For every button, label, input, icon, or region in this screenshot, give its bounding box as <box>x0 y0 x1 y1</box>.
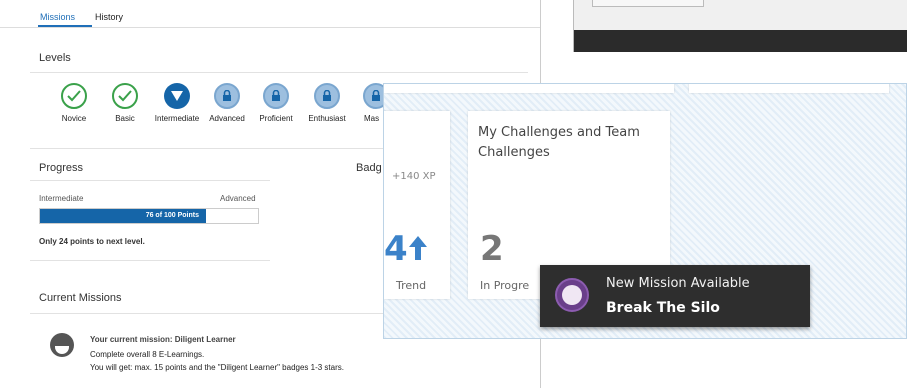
level-label: Basic <box>115 114 135 123</box>
tab-missions[interactable]: Missions <box>40 12 75 22</box>
lock-icon <box>214 83 240 109</box>
current-level-label: Intermediate <box>39 194 84 203</box>
trend-value: 4 <box>384 229 408 269</box>
mission-headline: Your current mission: Diligent Learner <box>90 335 236 344</box>
in-progress-label: In Progre <box>480 279 530 292</box>
badges-title: Badg <box>356 162 382 174</box>
toast-title: New Mission Available <box>606 276 750 291</box>
progress-title: Progress <box>39 162 84 174</box>
mission-avatar-icon <box>555 278 589 312</box>
progress-bar: 76 of 100 Points <box>39 208 259 224</box>
active-tab-indicator <box>38 25 92 27</box>
top-card-left <box>384 84 674 93</box>
background-field <box>592 0 704 7</box>
toast-mission-name: Break The Silo <box>606 300 720 316</box>
lock-icon <box>263 83 289 109</box>
progress-title-divider <box>30 180 270 181</box>
levels-divider <box>30 72 528 73</box>
arrow-up-icon <box>408 235 428 266</box>
new-mission-toast[interactable]: New Mission Available Break The Silo <box>540 265 810 327</box>
lock-icon <box>314 83 340 109</box>
challenges-card-title: My Challenges and Team Challenges <box>478 125 640 160</box>
check-icon <box>112 83 138 109</box>
tab-bar: Missions History <box>0 0 540 28</box>
current-missions-title: Current Missions <box>39 292 122 304</box>
tab-history[interactable]: History <box>95 12 123 22</box>
level-basic[interactable]: Basic <box>95 83 155 123</box>
trend-label: Trend <box>396 279 427 292</box>
points-note: Only 24 points to next level. <box>39 237 145 246</box>
check-icon <box>61 83 87 109</box>
background-window <box>573 0 907 52</box>
mission-line-1: Complete overall 8 E-Learnings. <box>90 350 205 359</box>
in-progress-value: 2 <box>480 229 504 269</box>
mission-badge-icon <box>50 333 74 357</box>
mission-line-2: You will get: max. 15 points and the "Di… <box>90 363 344 372</box>
current-level-icon <box>164 83 190 109</box>
progress-bottom-divider <box>30 260 270 261</box>
xp-label: +140 XP <box>392 171 436 182</box>
top-card-right <box>689 84 889 93</box>
levels-title: Levels <box>39 52 71 64</box>
trend-card[interactable]: +140 XP 4 Trend <box>384 111 450 299</box>
progress-bar-text: 76 of 100 Points <box>145 212 199 219</box>
background-footer-bar <box>574 30 907 52</box>
next-level-label: Advanced <box>220 194 256 203</box>
